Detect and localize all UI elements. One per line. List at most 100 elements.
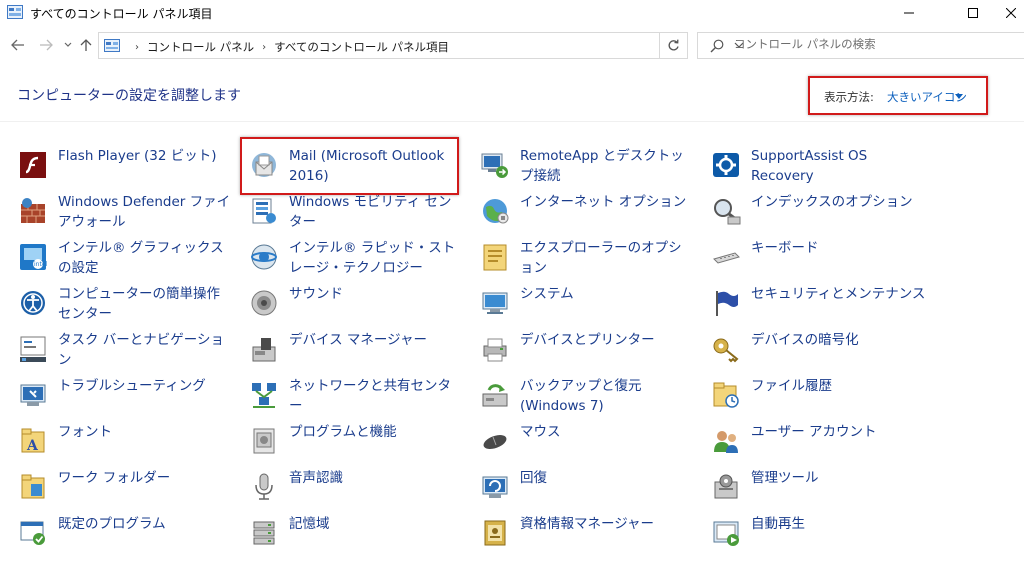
minimize-button[interactable] xyxy=(886,0,932,26)
control-panel-item-label: マウス xyxy=(520,424,561,440)
control-panel-item[interactable]: RemoteApp とデスクトップ接続 xyxy=(474,140,694,186)
flash-icon xyxy=(20,152,46,178)
control-panel-item-label: ユーザー アカウント xyxy=(751,424,877,440)
keyboard-icon xyxy=(713,252,740,264)
index-icon xyxy=(714,199,741,225)
control-panel-item-label: Flash Player (32 ビット) xyxy=(58,148,217,164)
control-panel-item-label: 管理ツール xyxy=(751,470,819,486)
view-by-selector: 表示方法: 大きいアイコン xyxy=(808,76,988,115)
control-panel-item[interactable]: 資格情報マネージャー xyxy=(474,508,694,554)
taskbar-icon xyxy=(20,336,46,362)
control-panel-item[interactable]: プログラムと機能 xyxy=(243,416,463,462)
caret-down-icon[interactable] xyxy=(955,94,963,99)
arrow-left-icon xyxy=(11,39,24,51)
control-panel-item-label: デバイスの暗号化 xyxy=(751,332,859,348)
admin-tools-icon xyxy=(714,474,738,499)
control-panel-item[interactable]: 音声認識 xyxy=(243,462,463,508)
work-folders-icon xyxy=(21,474,45,499)
control-panel-item[interactable]: インデックスのオプション xyxy=(705,186,925,232)
control-panel-item-label: デバイス マネージャー xyxy=(289,332,427,348)
control-panel-item[interactable]: ネットワークと共有センター xyxy=(243,370,463,416)
svg-text:intel: intel xyxy=(34,261,48,268)
control-panel-item-label: プログラムと機能 xyxy=(289,424,397,440)
address-bar[interactable]: › コントロール パネル › すべてのコントロール パネル項目 xyxy=(98,32,744,59)
control-panel-item-label: インテル® ラピッド・ストレージ・テクノロジー xyxy=(289,240,456,276)
header-divider xyxy=(0,121,1024,122)
up-button[interactable] xyxy=(78,37,94,53)
mobility-icon xyxy=(252,198,276,224)
firewall-icon xyxy=(21,198,45,223)
encryption-key-icon xyxy=(713,338,739,363)
control-panel-item[interactable]: ユーザー アカウント xyxy=(705,416,925,462)
breadcrumb-item[interactable]: コントロール パネル xyxy=(147,39,254,55)
control-panel-item[interactable]: 管理ツール xyxy=(705,462,925,508)
search-box[interactable] xyxy=(697,32,1024,59)
control-panel-item[interactable]: ワーク フォルダー xyxy=(12,462,232,508)
recent-locations-button[interactable] xyxy=(60,37,76,53)
refresh-button[interactable] xyxy=(660,32,688,59)
credential-icon xyxy=(484,520,506,546)
control-panel-item[interactable]: エクスプローラーのオプション xyxy=(474,232,694,278)
control-panel-item-label: 自動再生 xyxy=(751,516,805,532)
arrow-up-icon xyxy=(80,39,92,51)
control-panel-item[interactable]: バックアップと復元 (Windows 7) xyxy=(474,370,694,416)
maximize-icon xyxy=(968,8,978,18)
control-panel-item-label: 記憶域 xyxy=(289,516,330,532)
printer-icon xyxy=(483,338,507,362)
control-panel-item-label: 音声認識 xyxy=(289,470,343,486)
breadcrumb-chevron-icon[interactable]: › xyxy=(135,42,139,53)
recovery-icon xyxy=(482,476,508,498)
control-panel-item[interactable]: システム xyxy=(474,278,694,324)
control-panel-item[interactable]: ファイル履歴 xyxy=(705,370,925,416)
control-panel-item-label: 既定のプログラム xyxy=(58,516,166,532)
breadcrumb-item[interactable]: すべてのコントロール パネル項目 xyxy=(274,39,449,55)
forward-button[interactable] xyxy=(38,37,54,53)
folder-options-icon xyxy=(483,244,507,271)
back-button[interactable] xyxy=(10,37,26,53)
control-panel-item[interactable]: 記憶域 xyxy=(243,508,463,554)
search-input[interactable] xyxy=(734,37,1004,51)
control-panel-item[interactable]: intel インテル® グラフィックスの設定 xyxy=(12,232,232,278)
control-panel-item[interactable]: トラブルシューティング xyxy=(12,370,232,416)
breadcrumb-chevron-icon[interactable]: › xyxy=(262,42,266,53)
control-panel-item[interactable]: タスク バーとナビゲーション xyxy=(12,324,232,370)
intel-storage-icon xyxy=(251,244,277,270)
control-panel-item[interactable]: 既定のプログラム xyxy=(12,508,232,554)
control-panel-item-label: RemoteApp とデスクトップ接続 xyxy=(520,148,684,184)
refresh-icon xyxy=(668,39,679,51)
backup-icon xyxy=(482,384,508,407)
control-panel-item-label: トラブルシューティング xyxy=(58,378,206,394)
control-panel-item-label: システム xyxy=(520,286,574,302)
control-panel-item[interactable]: デバイスとプリンター xyxy=(474,324,694,370)
control-panel-item-label: Windows モビリティ センター xyxy=(289,194,452,230)
control-panel-item[interactable]: キーボード xyxy=(705,232,925,278)
control-panel-item[interactable]: A フォント xyxy=(12,416,232,462)
control-panel-item[interactable]: デバイス マネージャー xyxy=(243,324,463,370)
control-panel-item[interactable]: インテル® ラピッド・ストレージ・テクノロジー xyxy=(243,232,463,278)
control-panel-item[interactable]: インターネット オプション xyxy=(474,186,694,232)
control-panel-item[interactable]: Flash Player (32 ビット) xyxy=(12,140,232,186)
control-panel-item[interactable]: マウス xyxy=(474,416,694,462)
search-icon xyxy=(710,39,724,53)
chevron-down-icon xyxy=(64,42,72,47)
control-panel-item[interactable]: Windows Defender ファイアウォール xyxy=(12,186,232,232)
close-button[interactable] xyxy=(998,0,1024,26)
control-panel-icon xyxy=(104,39,120,52)
page-title: コンピューターの設定を調整します xyxy=(17,88,241,104)
svg-text:A: A xyxy=(26,438,39,454)
default-programs-icon xyxy=(20,521,45,545)
control-panel-item[interactable]: セキュリティとメンテナンス xyxy=(705,278,925,324)
control-panel-item-label: 回復 xyxy=(520,470,547,486)
control-panel-item[interactable]: 回復 xyxy=(474,462,694,508)
control-panel-item[interactable]: SupportAssist OS Recovery xyxy=(705,140,925,186)
control-panel-item-label: インデックスのオプション xyxy=(751,194,913,210)
control-panel-item[interactable]: 自動再生 xyxy=(705,508,925,554)
control-panel-item[interactable]: デバイスの暗号化 xyxy=(705,324,925,370)
control-panel-item[interactable]: コンピューターの簡単操作センター xyxy=(12,278,232,324)
control-panel-item[interactable]: サウンド xyxy=(243,278,463,324)
control-panel-item-label: キーボード xyxy=(751,240,819,256)
maximize-button[interactable] xyxy=(950,0,996,26)
mouse-icon xyxy=(483,435,507,449)
control-panel-item-label: サウンド xyxy=(289,286,343,302)
programs-icon xyxy=(253,428,275,454)
